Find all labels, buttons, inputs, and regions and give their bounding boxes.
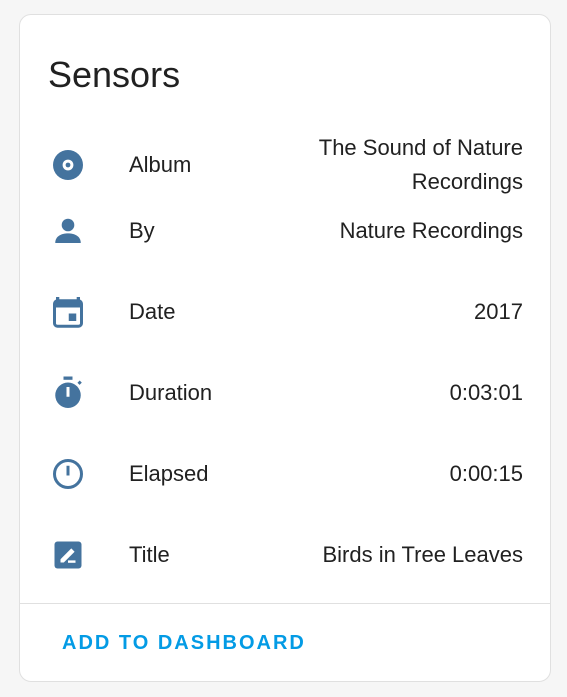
entity-row-duration[interactable]: Duration 0:03:01 [20, 363, 550, 423]
row-label: By [129, 218, 155, 243]
entity-row-album[interactable]: Album The Sound of Nature Recordings [20, 122, 550, 208]
calendar-icon [48, 292, 88, 332]
card-actions-divider [20, 603, 550, 604]
row-value: The Sound of Nature Recordings [318, 135, 523, 194]
entity-row-elapsed[interactable]: Elapsed 0:00:15 [20, 444, 550, 504]
card-title: Sensors [48, 54, 181, 95]
album-icon [48, 145, 88, 185]
entity-row-title[interactable]: Title Birds in Tree Leaves [20, 525, 550, 585]
clock-outline-icon [48, 454, 88, 494]
row-label: Duration [129, 380, 213, 405]
timer-icon [48, 373, 88, 413]
row-value: Nature Recordings [339, 218, 523, 243]
row-label: Elapsed [129, 461, 209, 486]
row-value: 0:03:01 [449, 380, 523, 405]
edit-box-icon [48, 535, 88, 575]
row-label: Title [129, 542, 170, 567]
entity-row-by[interactable]: By Nature Recordings [20, 201, 550, 261]
entity-row-date[interactable]: Date 2017 [20, 282, 550, 342]
row-value: 0:00:15 [449, 461, 523, 486]
row-label: Album [129, 152, 192, 177]
sensors-card: Sensors Album The Sound of Nature Record… [19, 14, 551, 682]
row-value: 2017 [474, 299, 523, 324]
row-label: Date [129, 299, 176, 324]
row-value: Birds in Tree Leaves [322, 542, 523, 567]
person-icon [48, 211, 88, 251]
add-to-dashboard-button[interactable]: ADD TO DASHBOARD [48, 623, 320, 663]
